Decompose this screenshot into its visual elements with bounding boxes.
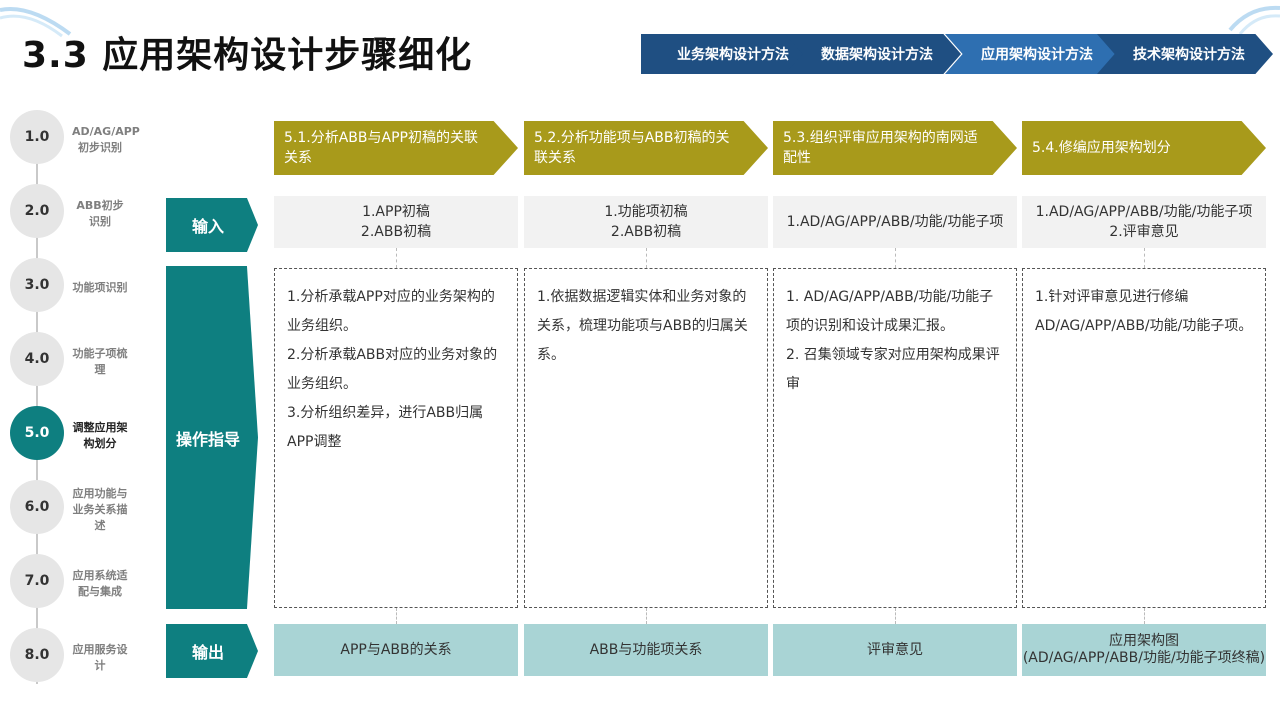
row-header-operations: 操作指导 <box>166 266 258 609</box>
step-item[interactable]: 3.0 功能项识别 <box>10 258 160 318</box>
dashed-connector <box>646 248 647 268</box>
crumb-label: 数据架构设计方法 <box>821 47 933 63</box>
dashed-connector <box>1144 248 1145 268</box>
step-number: 8.0 <box>10 628 64 682</box>
method-breadcrumb: 业务架构设计方法 数据架构设计方法 应用架构设计方法 技术架构设计方法 <box>641 34 1273 74</box>
crumb-label: 技术架构设计方法 <box>1133 47 1245 63</box>
phase-header: 5.4.修编应用架构划分 <box>1022 121 1266 175</box>
step-item[interactable]: 5.0 调整应用架构划分 <box>10 406 160 466</box>
text-line: 应用架构图 <box>1109 633 1179 649</box>
phase-header: 5.1.分析ABB与APP初稿的关联关系 <box>274 121 518 175</box>
text-line: ABB与功能项关系 <box>589 641 703 658</box>
dashed-connector <box>396 248 397 268</box>
output-cell: 评审意见 <box>773 624 1017 676</box>
text-line: 2.ABB初稿 <box>360 224 432 240</box>
step-label: ABB初步识别 <box>76 199 124 228</box>
text-line: 1.AD/AG/APP/ABB/功能/功能子项 <box>786 214 1004 230</box>
step-item[interactable]: 1.0 AD/AG/APP初步识别 <box>10 110 160 170</box>
text-line: 2.评审意见 <box>1109 224 1179 240</box>
output-cell: ABB与功能项关系 <box>524 624 768 676</box>
dashed-connector <box>646 608 647 624</box>
step-label: 功能子项梳理 <box>72 347 128 376</box>
text-line: 1.功能项初稿 <box>604 204 688 220</box>
text-line: 1. AD/AG/APP/ABB/功能/功能子项的识别和设计成果汇报。 <box>786 289 994 334</box>
text-line: (AD/AG/APP/ABB/功能/功能子项终稿) <box>1022 650 1266 666</box>
step-item[interactable]: 4.0 功能子项梳理 <box>10 332 160 392</box>
crumb-label: 业务架构设计方法 <box>677 47 789 63</box>
page-title: 3.3 应用架构设计步骤细化 <box>22 35 473 76</box>
phase-title: 5.2.分析功能项与ABB初稿的关联关系 <box>534 130 730 166</box>
step-label: 应用系统适配与集成 <box>72 569 128 598</box>
phase-title: 5.3.组织评审应用架构的南网适配性 <box>783 130 978 166</box>
text-line: APP与ABB的关系 <box>340 641 452 658</box>
input-cell: 1.APP初稿 2.ABB初稿 <box>274 196 518 248</box>
step-number: 3.0 <box>10 258 64 312</box>
step-item[interactable]: 7.0 应用系统适配与集成 <box>10 554 160 614</box>
step-label: 功能项识别 <box>72 281 128 294</box>
operation-cell: 1. AD/AG/APP/ABB/功能/功能子项的识别和设计成果汇报。 2. 召集… <box>773 268 1017 608</box>
input-cell: 1.AD/AG/APP/ABB/功能/功能子项 <box>773 196 1017 248</box>
operation-cell: 1.依据数据逻辑实体和业务对象的关系，梳理功能项与ABB的归属关系。 <box>524 268 768 608</box>
crumb-data-architecture[interactable]: 数据架构设计方法 <box>785 34 961 74</box>
step-label: 应用服务设计 <box>72 643 128 672</box>
text-line: 评审意见 <box>867 641 923 658</box>
step-label: 调整应用架构划分 <box>72 421 128 450</box>
step-number: 2.0 <box>10 184 64 238</box>
operation-cell: 1.针对评审意见进行修编AD/AG/APP/ABB/功能/功能子项。 <box>1022 268 1266 608</box>
phase-title: 5.1.分析ABB与APP初稿的关联关系 <box>284 130 478 166</box>
crumb-application-architecture[interactable]: 应用架构设计方法 <box>945 34 1121 74</box>
input-cell: 1.AD/AG/APP/ABB/功能/功能子项 2.评审意见 <box>1022 196 1266 248</box>
input-cell: 1.功能项初稿 2.ABB初稿 <box>524 196 768 248</box>
step-item[interactable]: 2.0 ABB初步识别 <box>10 184 160 244</box>
step-number: 6.0 <box>10 480 64 534</box>
text-line: 1.AD/AG/APP/ABB/功能/功能子项 <box>1035 204 1253 220</box>
text-line: 1.APP初稿 <box>362 204 430 220</box>
phase-header: 5.2.分析功能项与ABB初稿的关联关系 <box>524 121 768 175</box>
step-number: 5.0 <box>10 406 64 460</box>
step-item[interactable]: 8.0 应用服务设计 <box>10 628 160 688</box>
crumb-technology-architecture[interactable]: 技术架构设计方法 <box>1097 34 1273 74</box>
step-item[interactable]: 6.0 应用功能与业务关系描述 <box>10 480 160 540</box>
row-header-input: 输入 <box>166 198 258 252</box>
phase-title: 5.4.修编应用架构划分 <box>1032 140 1171 156</box>
text-line: 2.分析承载ABB对应的业务对象的业务组织。 <box>287 347 498 392</box>
text-line: 1.依据数据逻辑实体和业务对象的关系，梳理功能项与ABB的归属关系。 <box>537 289 748 363</box>
text-line: 2. 召集领域专家对应用架构成果评审 <box>786 347 1000 392</box>
row-header-output: 输出 <box>166 624 258 678</box>
step-number: 4.0 <box>10 332 64 386</box>
crumb-label: 应用架构设计方法 <box>981 47 1093 63</box>
dashed-connector <box>396 608 397 624</box>
output-cell: APP与ABB的关系 <box>274 624 518 676</box>
step-number: 7.0 <box>10 554 64 608</box>
step-label: 应用功能与业务关系描述 <box>72 487 128 532</box>
phase-header: 5.3.组织评审应用架构的南网适配性 <box>773 121 1017 175</box>
text-line: 1.针对评审意见进行修编AD/AG/APP/ABB/功能/功能子项。 <box>1035 289 1253 334</box>
step-number: 1.0 <box>10 110 64 164</box>
text-line: 1.分析承载APP对应的业务架构的业务组织。 <box>287 289 495 334</box>
dashed-connector <box>895 608 896 624</box>
output-cell: 应用架构图 (AD/AG/APP/ABB/功能/功能子项终稿) <box>1022 624 1266 676</box>
dashed-connector <box>895 248 896 268</box>
dashed-connector <box>1144 608 1145 624</box>
operation-cell: 1.分析承载APP对应的业务架构的业务组织。 2.分析承载ABB对应的业务对象的业… <box>274 268 518 608</box>
text-line: 3.分析组织差异，进行ABB归属APP调整 <box>287 405 484 450</box>
corner-swoosh-decoration <box>1228 5 1280 34</box>
step-label: AD/AG/APP初步识别 <box>72 125 140 154</box>
text-line: 2.ABB初稿 <box>610 224 682 240</box>
